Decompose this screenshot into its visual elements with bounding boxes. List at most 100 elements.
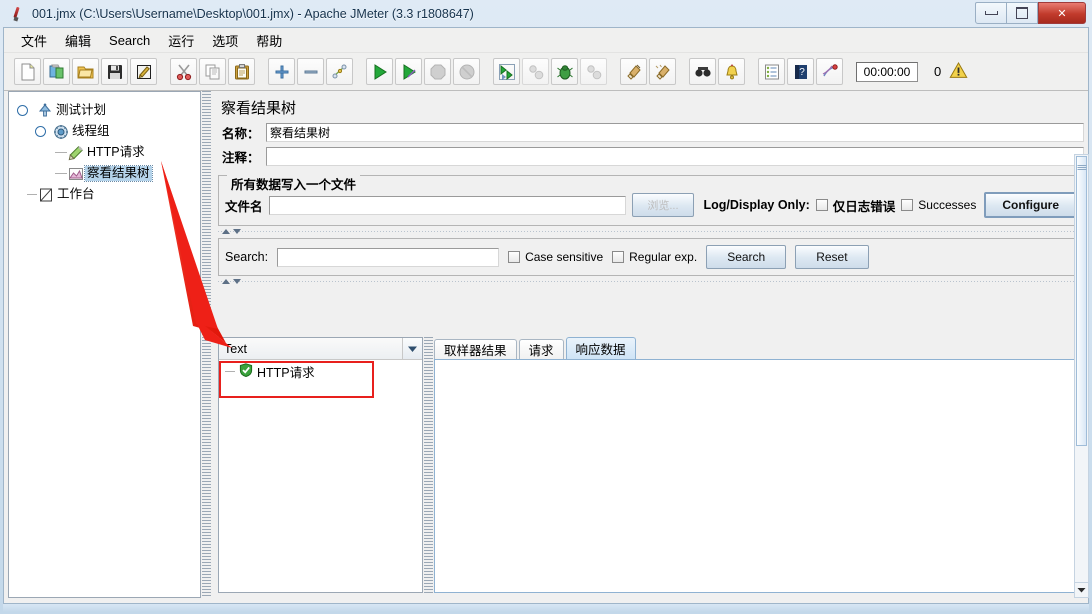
menu-edit[interactable]: 编辑 [56,28,100,53]
toolbar-start[interactable] [366,58,393,85]
configure-button[interactable]: Configure [984,192,1077,218]
tree-expand-handle-icon[interactable] [35,126,46,137]
write-results-collapse-bar[interactable] [218,226,1084,236]
toolbar-remote-exit-all[interactable] [580,58,607,85]
comment-input[interactable] [266,146,1084,166]
warning-triangle-icon[interactable] [949,61,968,82]
case-sensitive-label: Case sensitive [525,250,604,264]
search-collapse-bar[interactable] [218,276,1084,286]
window-controls: ✕ [975,2,1086,24]
browse-button[interactable]: 浏览... [632,193,694,217]
element-config-panel: 察看结果树 名称： 察看结果树 注释： 所有数据写入一个文件 文件名 浏览...… [213,91,1084,598]
case-sensitive-checkbox[interactable]: Case sensitive [508,250,603,264]
scrollbar-down-arrow[interactable] [1075,582,1088,597]
errors-only-label: 仅日志错误 [832,199,896,214]
regular-exp-checkbox[interactable]: Regular exp. [612,250,697,264]
toolbar-save-as[interactable] [130,58,157,85]
menu-file[interactable]: 文件 [12,28,56,53]
toolbar-paste[interactable] [228,58,255,85]
tab-response-data[interactable]: 响应数据 [565,337,636,359]
tab-sampler-result[interactable]: 取样器结果 [434,339,517,359]
toolbar-help[interactable]: ? [787,58,814,85]
search-input[interactable] [277,247,500,267]
test-plan-icon [36,102,54,119]
menu-help[interactable]: 帮助 [247,28,291,53]
toolbar-collapse-all[interactable] [297,58,324,85]
search-button[interactable]: Search [706,245,787,269]
main-splitter[interactable] [202,91,211,598]
toolbar-undo[interactable] [816,58,843,85]
toolbar-save[interactable] [101,58,128,85]
title-bar: 001.jmx (C:\Users\Username\Desktop\001.j… [0,0,1092,27]
toolbar-remote-stop-all[interactable] [522,58,549,85]
tree-expand-handle-icon[interactable] [17,105,28,116]
toolbar-search[interactable] [689,58,716,85]
toolbar-open[interactable] [72,58,99,85]
minimize-button[interactable] [975,2,1007,24]
menu-run[interactable]: 运行 [159,28,203,53]
toolbar-search-reset[interactable] [718,58,745,85]
collapse-down-icon[interactable] [233,228,241,234]
toolbar-remote-shutdown-all[interactable] [551,58,578,85]
results-list-panel[interactable]: Text HTTP请求 [218,337,423,593]
tree-node-http-request[interactable]: HTTP请求 [15,142,200,163]
scrollbar-grip-icon [1077,165,1086,170]
checkbox-icon[interactable] [815,199,828,211]
checkbox-icon[interactable] [508,251,521,263]
write-results-group: 所有数据写入一个文件 文件名 浏览... Log/Display Only: 仅… [218,174,1084,226]
results-splitter[interactable] [424,337,433,593]
renderer-combo[interactable]: Text [219,338,422,360]
checkbox-icon[interactable] [612,251,625,263]
checkbox-icon[interactable] [901,199,914,211]
response-data-content[interactable] [434,359,1079,593]
toolbar-function-helper[interactable] [758,58,785,85]
test-plan-tree-panel[interactable]: 测试计划 线程组 HTTP请求 察看结果树 工作台 [8,91,201,598]
http-request-icon [67,144,85,161]
reset-button[interactable]: Reset [795,245,869,269]
successes-checkbox[interactable]: Successes [901,198,976,212]
result-item-http-request[interactable]: HTTP请求 [219,360,422,382]
tree-node-test-plan[interactable]: 测试计划 [15,100,200,121]
error-count: 0 [934,64,942,79]
filename-input[interactable] [268,195,627,215]
close-button[interactable]: ✕ [1038,2,1086,24]
tree-node-label: HTTP请求 [87,145,145,159]
toolbar-expand-all[interactable] [268,58,295,85]
tree-branch-line [27,194,37,195]
toolbar-group-help: ? [757,58,844,85]
scrollbar-thumb[interactable] [1076,156,1087,446]
toolbar-stop[interactable] [424,58,451,85]
menu-bar: 文件 编辑 Search 运行 选项 帮助 [4,28,1088,53]
collapse-down-icon[interactable] [233,278,241,284]
svg-text:?: ? [799,67,805,78]
errors-only-checkbox[interactable]: 仅日志错误 [815,196,896,215]
toolbar-new[interactable] [14,58,41,85]
tree-node-view-results-tree[interactable]: 察看结果树 [15,163,200,184]
tab-request[interactable]: 请求 [518,339,564,359]
toolbar-cut[interactable] [170,58,197,85]
menu-options[interactable]: 选项 [203,28,247,53]
filename-label: 文件名 [225,199,263,214]
test-plan-tree: 测试计划 线程组 HTTP请求 察看结果树 工作台 [9,92,200,205]
menu-search[interactable]: Search [100,30,159,51]
toolbar-shutdown[interactable] [453,58,480,85]
toolbar-start-no-timers[interactable] [395,58,422,85]
tree-node-workbench[interactable]: 工作台 [15,184,200,205]
window-vertical-scrollbar[interactable] [1074,154,1089,598]
chevron-down-icon[interactable] [402,338,422,359]
name-input[interactable]: 察看结果树 [266,122,1084,142]
collapse-up-icon[interactable] [222,278,230,284]
maximize-button[interactable] [1007,2,1038,24]
tree-node-thread-group[interactable]: 线程组 [15,121,200,142]
toolbar-clear-all[interactable] [649,58,676,85]
toolbar-copy[interactable] [199,58,226,85]
toolbar-toggle[interactable] [326,58,353,85]
panel-body: 名称： 察看结果树 注释： 所有数据写入一个文件 文件名 浏览... Log/D… [218,121,1084,598]
toolbar-templates[interactable] [43,58,70,85]
toolbar-clear[interactable] [620,58,647,85]
window-title: 001.jmx (C:\Users\Username\Desktop\001.j… [32,6,474,21]
tree-node-label: 线程组 [72,124,110,138]
jmeter-window: 001.jmx (C:\Users\Username\Desktop\001.j… [0,0,1092,614]
toolbar-remote-start-all[interactable] [493,58,520,85]
collapse-up-icon[interactable] [222,228,230,234]
